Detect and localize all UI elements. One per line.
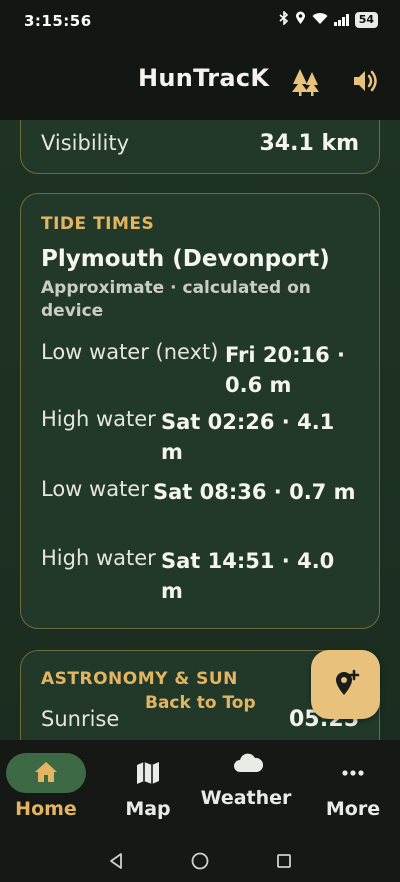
nav-label-home: Home	[15, 798, 77, 820]
nav-item-home[interactable]: Home	[0, 740, 100, 840]
tide-times-card: TIDE TIMES Plymouth (Devonport) Approxim…	[20, 193, 380, 629]
tide-value: Sat 14:51 · 4.0 m	[161, 549, 335, 603]
visibility-value: 34.1 km	[259, 131, 360, 156]
tide-label: Low water (next)	[41, 340, 219, 364]
tide-station-name: Plymouth (Devonport)	[41, 246, 330, 272]
map-icon	[98, 760, 198, 786]
content-scroll-area[interactable]: Visibility 34.1 km TIDE TIMES Plymouth (…	[0, 120, 400, 740]
status-icons: 54	[279, 10, 378, 29]
app-bar: HunTracK	[0, 44, 400, 120]
sunrise-label: Sunrise	[41, 707, 120, 731]
bottom-navigation: Home Map Weather More	[0, 740, 400, 840]
cloud-icon	[198, 752, 298, 778]
nav-item-weather[interactable]: Weather	[198, 740, 298, 840]
astronomy-heading: ASTRONOMY & SUN	[41, 669, 238, 689]
app-title: HunTracK	[138, 64, 270, 92]
nav-label-more: More	[325, 798, 381, 820]
tide-label: Low water	[41, 477, 149, 501]
back-to-top-button[interactable]: Back to Top	[145, 693, 256, 713]
nav-item-more[interactable]: More	[303, 740, 400, 840]
trees-icon[interactable]	[290, 66, 322, 98]
system-navigation-bar	[0, 840, 400, 882]
add-location-icon	[331, 668, 361, 702]
nav-label-weather: Weather	[200, 787, 292, 809]
tide-value: Fri 20:16 · 0.6 m	[225, 343, 346, 397]
location-icon	[295, 11, 306, 29]
tide-value: Sat 08:36 · 0.7 m	[153, 480, 356, 504]
tide-label: High water	[41, 546, 156, 570]
tide-note: Approximate · calculated on device	[41, 278, 311, 321]
nav-item-map[interactable]: Map	[98, 740, 198, 840]
status-time: 3:15:56	[24, 12, 92, 30]
status-bar: 3:15:56 54	[0, 0, 400, 44]
bluetooth-icon	[279, 10, 289, 29]
weather-card: Visibility 34.1 km	[20, 120, 380, 174]
visibility-label: Visibility	[41, 131, 130, 155]
tide-label: High water	[41, 407, 156, 431]
tide-value: Sat 02:26 · 4.1 m	[161, 410, 335, 464]
more-icon	[303, 760, 400, 786]
home-circle-icon[interactable]	[190, 851, 210, 875]
signal-icon	[333, 14, 349, 26]
recents-icon[interactable]	[275, 852, 293, 874]
wifi-icon	[312, 12, 328, 29]
add-location-button[interactable]	[311, 650, 380, 719]
home-icon	[0, 760, 96, 786]
battery-icon: 54	[354, 12, 378, 28]
back-icon[interactable]	[108, 852, 124, 874]
sound-icon[interactable]	[350, 66, 380, 96]
nav-label-map: Map	[125, 798, 171, 820]
tide-times-heading: TIDE TIMES	[41, 214, 155, 234]
